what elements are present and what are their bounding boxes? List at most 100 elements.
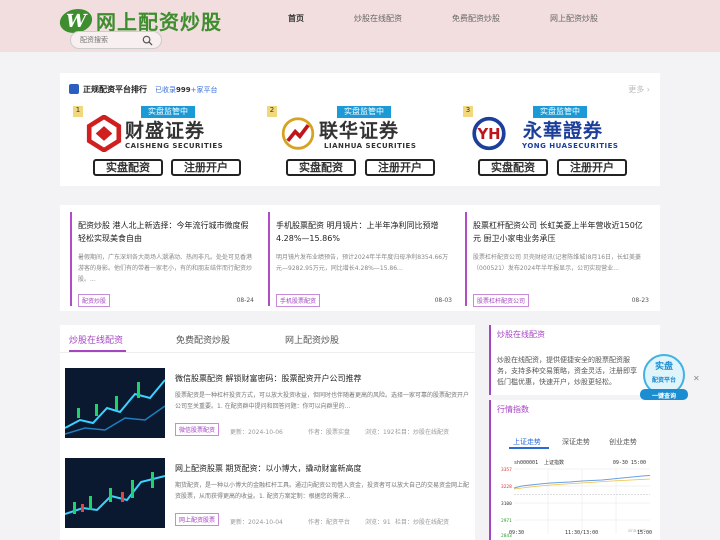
brand-english: LIANHUA SECURITIES xyxy=(324,142,417,150)
rank-number: 1 xyxy=(73,106,83,117)
market-index: 行情指数 上证走势 深证走势 创业走势 sh000001 上证指数 09-30 … xyxy=(489,400,660,540)
brand-english: CAISHENG SECURITIES xyxy=(125,142,224,150)
sidebar-intro: 炒股在线配资 炒股在线配资，提供便捷安全的股票配资服务，支持多种交易策略，资金灵… xyxy=(489,325,660,395)
search-box xyxy=(70,31,162,49)
y-tick: 3228 xyxy=(501,484,512,490)
article-title[interactable]: 网上配资股票 期货配资：以小博大，撬动财富新高度 xyxy=(175,463,362,474)
article-tag[interactable]: 微信股票配资 xyxy=(175,423,220,436)
brand-card[interactable]: 2 实盘监管中 联华证券 LIANHUA SECURITIES 实盘配资 注册开… xyxy=(264,106,457,182)
x-tick: 09:30 xyxy=(509,530,525,536)
nav-online-margin[interactable]: 炒股在线配资 xyxy=(354,13,402,24)
register-button[interactable]: 注册开户 xyxy=(171,159,241,176)
article-title[interactable]: 微信股票配资 解锁财富密码：股票配资开户公司推荐 xyxy=(175,373,362,384)
sidebar-desc: 炒股在线配资，提供便捷安全的股票配资服务，支持多种交易策略，资金灵活，注册即享低… xyxy=(497,356,637,386)
brand-english: YONG HUASECURITIES xyxy=(522,142,619,150)
news-date: 08-23 xyxy=(631,297,649,304)
more-link[interactable]: 更多 › xyxy=(628,84,650,95)
news-title[interactable]: 手机股票配资 明月镜片：上半年净利同比预增4.28%—15.86% xyxy=(276,219,452,245)
ranking-subtitle: 已收录999+家平台 xyxy=(155,86,218,94)
x-tick: 11:30/13:00 xyxy=(565,530,599,536)
nav-free-margin[interactable]: 免费配资炒股 xyxy=(452,13,500,24)
y-tick: 2971 xyxy=(501,518,512,524)
live-margin-button[interactable]: 实盘配资 xyxy=(286,159,356,176)
brand-card[interactable]: 3 实盘监管中 YH 永華證券 YONG HUASECURITIES 实盘配资 … xyxy=(460,106,653,182)
close-icon[interactable]: ✕ xyxy=(693,374,700,383)
register-button[interactable]: 注册开户 xyxy=(365,159,435,176)
article-thumbnail[interactable] xyxy=(65,458,165,528)
brand-card[interactable]: 1 实盘监管中 财盛证券 CAISHENG SECURITIES 实盘配资 注册… xyxy=(68,106,261,182)
y-tick: 3100 xyxy=(501,501,512,507)
news-date: 08-24 xyxy=(236,297,254,304)
news-desc: 明月镜片发布业绩预告，预计2024年半年度归母净利8354.66万元—9282.… xyxy=(276,254,449,272)
article-column: 栏目：炒股在线配资 xyxy=(395,519,450,526)
article-author: 作者：配资平台 xyxy=(308,519,351,526)
article-views: 浏览：192 xyxy=(365,429,395,436)
float-line2: 配资平台 xyxy=(651,377,676,384)
yonghua-logo-icon: YH xyxy=(472,116,506,151)
nav-web-margin[interactable]: 网上配资炒股 xyxy=(550,13,598,24)
logo-mark: W xyxy=(57,8,95,33)
brand-name: 财盛证券 xyxy=(125,120,206,142)
rank-number: 2 xyxy=(267,106,277,117)
header: W 网上配资炒股 首页 炒股在线配资 免费配资炒股 网上配资炒股 xyxy=(0,0,720,52)
news-card[interactable]: 手机股票配资 明月镜片：上半年净利同比预增4.28%—15.86% 明月镜片发布… xyxy=(268,212,454,307)
article-author: 作者：股票实盘 xyxy=(308,429,351,436)
market-title: 行情指数 xyxy=(497,405,529,414)
tab-shenzhen[interactable]: 深证走势 xyxy=(562,437,590,447)
tab-chinext[interactable]: 创业走势 xyxy=(609,437,637,447)
tab-free-margin[interactable]: 免费配资炒股 xyxy=(176,333,230,346)
news-desc: 股票杠杆配资公司 贝壳财经讯(记者陈维城)8月16日，长虹美菱（000521）发… xyxy=(473,254,642,272)
live-margin-button[interactable]: 实盘配资 xyxy=(478,159,548,176)
chart-datetime: 09-30 15:00 xyxy=(613,460,646,466)
article-tag[interactable]: 网上配资股票 xyxy=(175,513,220,526)
news-card[interactable]: 股票杠杆配资公司 长虹美菱上半年营收近150亿元 厨卫小家电业务承压 股票杠杆配… xyxy=(465,212,651,307)
news-date: 08-03 xyxy=(434,297,452,304)
register-button[interactable]: 注册开户 xyxy=(557,159,627,176)
sidebar-title: 炒股在线配资 xyxy=(497,330,545,339)
float-line1: 实盘 xyxy=(654,362,673,372)
x-tick: 15:00 xyxy=(637,530,653,536)
chart-code: sh000001 xyxy=(514,460,538,466)
article-desc: 股票配资是一种杠杆投资方式，可以放大投资收益，但同时也伴随着更高的风险。选择一家… xyxy=(175,392,470,410)
live-margin-button[interactable]: 实盘配资 xyxy=(93,159,163,176)
search-icon[interactable] xyxy=(142,35,153,46)
article-item[interactable]: 微信股票配资 解锁财富密码：股票配资开户公司推荐 股票配资是一种杠杆投资方式，可… xyxy=(60,368,475,448)
news-title[interactable]: 股票杠杆配资公司 长虹美菱上半年营收近150亿元 厨卫小家电业务承压 xyxy=(473,219,649,245)
tab-divider xyxy=(60,352,475,353)
brand-name: 永華證券 xyxy=(523,120,604,142)
lianhua-logo-icon xyxy=(281,117,315,150)
caisheng-logo-icon xyxy=(86,115,122,152)
chevron-right-icon: › xyxy=(646,85,650,94)
float-line3: 一键查询 xyxy=(651,393,676,400)
nav-home[interactable]: 首页 xyxy=(288,13,304,24)
tab-web-margin[interactable]: 网上配资炒股 xyxy=(285,333,339,346)
news-card[interactable]: 配资炒股 港人北上新选择：今年流行城市微度假轻松实现美食自由 暑假期间，广东深圳… xyxy=(70,212,256,307)
article-list: 炒股在线配资 免费配资炒股 网上配资炒股 微信股票配资 解锁财富密码：股票配资开… xyxy=(60,325,475,540)
floating-platform-query[interactable]: 实盘 配资平台 一键查询 xyxy=(636,353,692,403)
article-updated: 更新：2024-10-06 xyxy=(230,429,283,436)
news-title[interactable]: 配资炒股 港人北上新选择：今年流行城市微度假轻松实现美食自由 xyxy=(78,219,254,245)
brand-name: 联华证券 xyxy=(319,120,400,142)
article-views: 浏览：91 xyxy=(365,519,391,526)
news-desc: 暑假期间，广东深圳各大商场人潮涌动、热闹非凡。处处可见香港游客的身影。他们有的带… xyxy=(78,254,253,283)
article-updated: 更新：2024-10-04 xyxy=(230,519,283,526)
news-tag[interactable]: 手机股票配资 xyxy=(276,294,321,307)
news-tag[interactable]: 股票杠杆配资公司 xyxy=(473,294,530,307)
ranking-icon xyxy=(69,84,79,94)
news-tag[interactable]: 配资炒股 xyxy=(78,294,111,307)
article-column: 栏目：炒股在线配资 xyxy=(395,429,450,436)
y-tick: 3357 xyxy=(501,467,512,473)
svg-text:YH: YH xyxy=(476,126,500,143)
market-tab-indicator xyxy=(509,447,549,449)
platform-ranking: 正规配资平台排行 已收录999+家平台 更多 › 1 实盘监管中 财盛证券 CA… xyxy=(60,73,660,186)
article-item[interactable]: 网上配资股票 期货配资：以小博大，撬动财富新高度 期货配资，是一种以小博大的金融… xyxy=(60,458,475,538)
tab-shanghai[interactable]: 上证走势 xyxy=(513,437,541,447)
search-input[interactable] xyxy=(80,36,142,44)
article-thumbnail[interactable] xyxy=(65,368,165,438)
article-desc: 期货配资，是一种以小博大的金融杠杆工具。通过向配资公司借入资金，投资者可以放大自… xyxy=(175,482,470,500)
ranking-title: 正规配资平台排行 xyxy=(83,85,147,94)
news-cards: 配资炒股 港人北上新选择：今年流行城市微度假轻松实现美食自由 暑假期间，广东深圳… xyxy=(60,205,660,311)
index-chart: sh000001 上证指数 09-30 15:00 3357 3228 3100… xyxy=(500,456,658,540)
chart-name: 上证指数 xyxy=(544,459,564,466)
tab-online-margin[interactable]: 炒股在线配资 xyxy=(69,333,123,346)
